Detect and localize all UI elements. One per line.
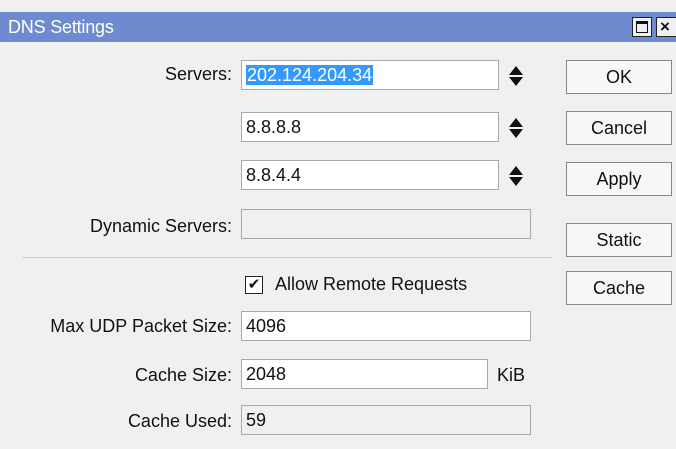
window-title: DNS Settings: [8, 17, 114, 37]
max-udp-packet-size-input[interactable]: 4096: [241, 311, 531, 341]
max-udp-packet-size-label: Max UDP Packet Size:: [50, 316, 232, 336]
section-divider: [22, 257, 552, 258]
server-2-input[interactable]: 8.8.8.8: [241, 112, 499, 142]
server-3-updown-icon[interactable]: [509, 165, 523, 187]
cache-size-label: Cache Size:: [134, 365, 232, 385]
cache-size-unit: KiB: [497, 365, 526, 385]
cache-used-field: 59: [241, 405, 531, 435]
cancel-button[interactable]: Cancel: [566, 111, 672, 145]
server-3-input[interactable]: 8.8.4.4: [241, 160, 499, 190]
cache-button[interactable]: Cache: [566, 271, 672, 305]
server-1-updown-icon[interactable]: [509, 65, 523, 87]
server-1-input[interactable]: 202.124.204.34: [241, 60, 499, 90]
servers-label: Servers:: [164, 64, 232, 84]
close-icon[interactable]: ×: [656, 17, 676, 37]
cache-size-input[interactable]: 2048: [241, 359, 488, 389]
server-2-updown-icon[interactable]: [509, 117, 523, 139]
cache-used-label: Cache Used:: [127, 411, 232, 431]
dns-settings-window: DNS Settings × Servers: 202.124.204.34 8…: [0, 0, 676, 449]
dynamic-servers-field: [241, 209, 531, 239]
dynamic-servers-label: Dynamic Servers:: [89, 216, 232, 236]
ok-button[interactable]: OK: [566, 60, 672, 94]
static-button[interactable]: Static: [566, 223, 672, 257]
maximize-icon[interactable]: [632, 17, 652, 37]
allow-remote-requests-label[interactable]: Allow Remote Requests: [275, 274, 467, 295]
allow-remote-requests-checkbox[interactable]: ✔: [245, 276, 263, 294]
server-1-selected-text: 202.124.204.34: [246, 65, 374, 85]
apply-button[interactable]: Apply: [566, 162, 672, 196]
title-bar[interactable]: DNS Settings ×: [0, 12, 676, 42]
